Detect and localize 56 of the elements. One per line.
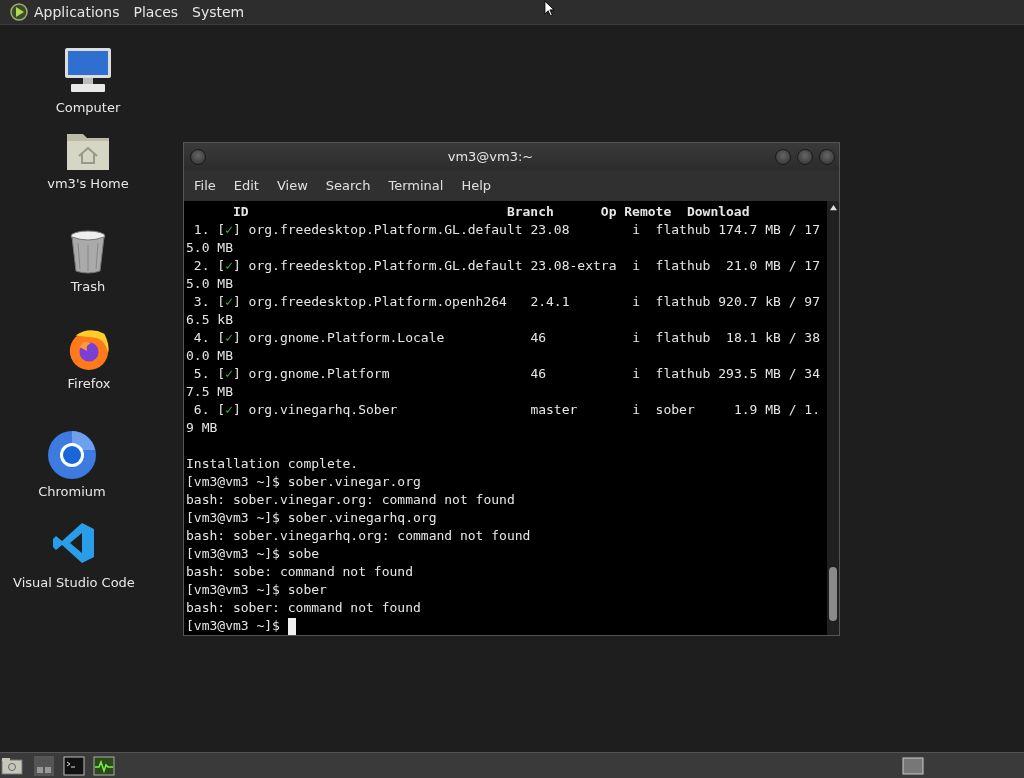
- window-title: vm3@vm3:~: [446, 149, 535, 164]
- terminal-line: 5.0 MB: [186, 275, 234, 293]
- menu-item[interactable]: Help: [452, 178, 501, 193]
- trash-icon[interactable]: [68, 229, 108, 275]
- panel-menu[interactable]: Applications: [34, 4, 120, 20]
- terminal-line: 6.5 kB: [186, 311, 234, 329]
- desktop-icon-label[interactable]: Trash: [70, 279, 106, 294]
- show-desktop-icon[interactable]: [1, 755, 23, 776]
- system-monitor-icon[interactable]: [93, 755, 115, 776]
- panel-menu[interactable]: System: [192, 4, 245, 20]
- terminal-line: 3. [✓] org.freedesktop.Platform.openh264 2.4.1 i flathub 920.7 kB / 97: [192, 293, 821, 311]
- menu-item[interactable]: Search: [316, 178, 380, 193]
- terminal-line: [vm3@vm3 ~]$ sober.vinegar.org: [186, 473, 422, 491]
- desktop-icon-label[interactable]: Chromium: [38, 484, 106, 499]
- code-editor-icon[interactable]: [52, 521, 96, 565]
- terminal-line: 6. [✓] org.vinegarhq.Sober master i sober 1.9 MB / 1.: [192, 401, 821, 419]
- terminal-line: 2. [✓] org.freedesktop.Platform.GL.default 23.08-extra i flathub 21.0 MB / 17: [192, 257, 821, 275]
- desktop-icon-label[interactable]: Visual Studio Code: [13, 575, 135, 590]
- maximize-button[interactable]: [797, 148, 813, 165]
- desktop-icon-label[interactable]: Computer: [55, 100, 121, 115]
- terminal-line: bash: sober: command not found: [186, 599, 422, 617]
- desktop-icon-label[interactable]: vm3's Home: [47, 176, 129, 191]
- terminal-line: 0.0 MB: [186, 347, 234, 365]
- scrollbar[interactable]: [827, 201, 839, 635]
- mouse-pointer-icon: [544, 0, 555, 17]
- workspace-switcher-icon[interactable]: [33, 754, 55, 777]
- chromium-icon[interactable]: [47, 430, 97, 480]
- scroll-up-icon[interactable]: [828, 204, 838, 211]
- terminal-line: bash: sobe: command not found: [186, 563, 414, 581]
- terminal-line: 9 MB: [186, 419, 219, 437]
- menu-logo-icon[interactable]: [9, 2, 29, 22]
- terminal-line: 4. [✓] org.gnome.Platform.Locale 46 i flathub 18.1 kB / 38: [192, 329, 821, 347]
- terminal-line: bash: sober.vinegarhq.org: command not found: [186, 527, 532, 545]
- terminal-line: [vm3@vm3 ~]$ sober.vinegarhq.org: [186, 509, 438, 527]
- menu-item[interactable]: Terminal: [379, 178, 453, 193]
- terminal-line: bash: sober.vinegar.org: command not found: [186, 491, 516, 509]
- panel-menu[interactable]: Places: [133, 4, 179, 20]
- terminal-line: 7.5 MB: [186, 383, 234, 401]
- close-button[interactable]: [819, 148, 835, 165]
- terminal-line: 5. [✓] org.gnome.Platform 46 i flathub 293.5 MB / 34: [192, 365, 821, 383]
- menu-item[interactable]: View: [267, 178, 317, 193]
- menu-item[interactable]: File: [185, 178, 225, 193]
- workspace-icon[interactable]: [902, 756, 924, 775]
- desktop-icon-label[interactable]: Firefox: [67, 376, 111, 391]
- terminal-line: [vm3@vm3 ~]$ sober: [186, 581, 328, 599]
- prompt-text: [vm3@vm3 ~]$: [186, 617, 281, 635]
- terminal-line: 1. [✓] org.freedesktop.Platform.GL.default 23.08 i flathub 174.7 MB / 17: [192, 221, 821, 239]
- terminal-line: Installation complete.: [186, 455, 360, 473]
- terminal-icon[interactable]: [63, 755, 85, 776]
- menu-item[interactable]: Edit: [224, 178, 268, 193]
- minimize-button[interactable]: [775, 148, 791, 165]
- terminal-line: [vm3@vm3 ~]$ sobe: [186, 545, 321, 563]
- terminal-line: 5.0 MB: [186, 239, 234, 257]
- scrollbar-thumb[interactable]: [829, 567, 837, 621]
- column-header-line: ID Branch Op Remote Download: [231, 203, 751, 221]
- window-menu-button[interactable]: [190, 148, 206, 165]
